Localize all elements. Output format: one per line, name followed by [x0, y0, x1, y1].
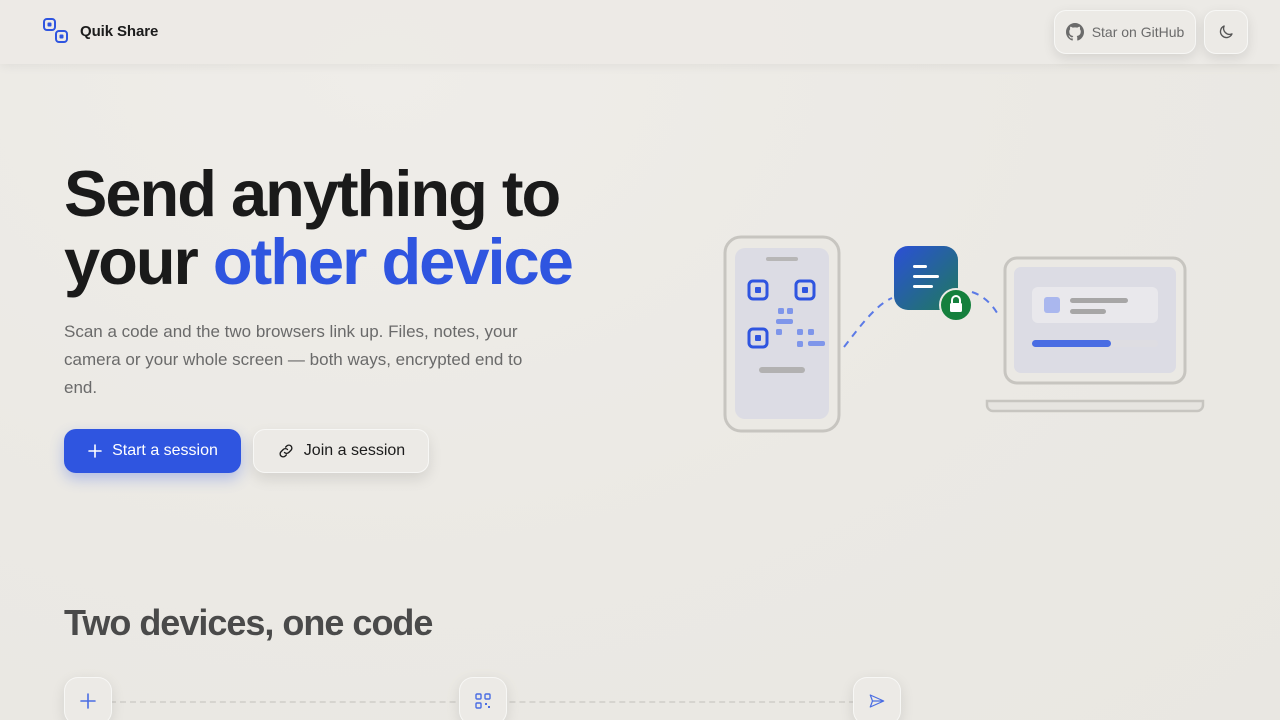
- top-navbar: Quik Share Star on GitHub: [0, 0, 1280, 64]
- start-session-button[interactable]: Start a session: [64, 429, 241, 473]
- phone-illustration: [723, 235, 841, 433]
- plus-icon: [80, 693, 96, 709]
- link-icon: [279, 444, 293, 458]
- github-icon: [1065, 23, 1084, 41]
- star-on-github-button[interactable]: Star on GitHub: [1054, 10, 1196, 54]
- hero-title-accent: other device: [212, 225, 574, 298]
- brand-logo-icon: [43, 18, 68, 43]
- brand-name: Quik Share: [80, 22, 159, 40]
- brand[interactable]: Quik Share: [42, 17, 158, 45]
- hero-title-line1: Send anything to: [64, 157, 561, 230]
- laptop-illustration: [985, 256, 1205, 413]
- device-transfer-illustration: [723, 235, 1205, 433]
- qr-code-icon: [475, 693, 491, 709]
- encrypted-file-icon: [894, 246, 973, 322]
- theme-toggle-button[interactable]: [1204, 10, 1248, 54]
- section-title: Two devices, one code: [64, 602, 433, 643]
- step-send: [853, 677, 901, 720]
- step-create: [64, 677, 112, 720]
- join-session-label: Join a session: [303, 442, 406, 459]
- plus-icon: [88, 444, 102, 458]
- hero-subtitle: Scan a code and the two browsers link up…: [64, 322, 523, 397]
- github-button-label: Star on GitHub: [1091, 24, 1185, 40]
- start-session-label: Start a session: [112, 442, 218, 459]
- moon-icon: [1219, 25, 1233, 39]
- join-session-button[interactable]: Join a session: [253, 429, 429, 473]
- hero-title-line2-plain: your: [64, 225, 213, 298]
- step-scan: [459, 677, 507, 720]
- hero-title: Send anything to your other device: [64, 160, 684, 296]
- send-icon: [869, 694, 885, 708]
